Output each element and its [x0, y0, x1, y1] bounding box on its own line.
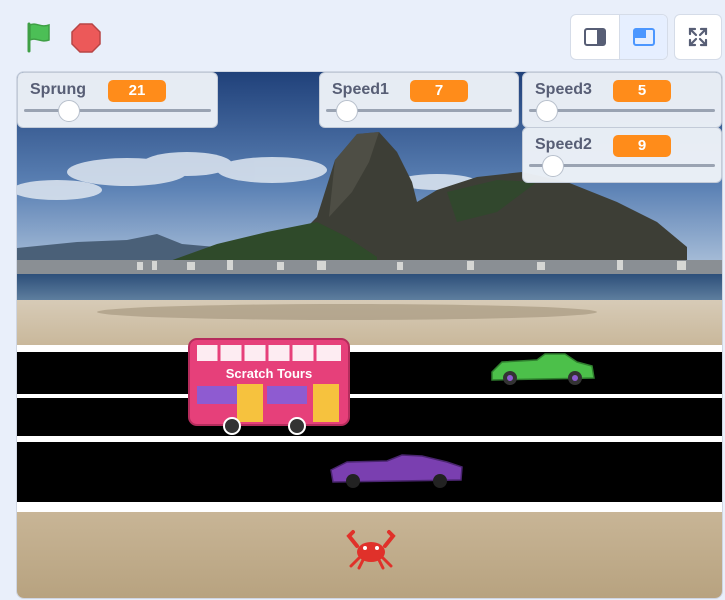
- bus-sprite[interactable]: [188, 338, 350, 435]
- monitor-speed1: Speed1 7: [319, 72, 519, 128]
- monitor-speed2: Speed2 9: [522, 127, 722, 183]
- monitor-speed3: Speed3 5: [522, 72, 722, 128]
- monitor-label: Speed3: [535, 81, 592, 98]
- monitor-label: Sprung: [30, 81, 86, 98]
- monitor-value: 9: [613, 135, 671, 157]
- stage[interactable]: Scratch Tours Sprung 21 Speed1 7 Speed3 …: [16, 71, 723, 599]
- monitor-value: 5: [613, 80, 671, 102]
- slider-track: [24, 109, 211, 112]
- slider-thumb[interactable]: [58, 100, 80, 122]
- stage-header: [0, 0, 725, 70]
- fullscreen-icon: [688, 27, 708, 47]
- fullscreen-button[interactable]: [674, 14, 722, 60]
- normal-stage-icon: [633, 28, 655, 46]
- monitor-label: Speed1: [332, 81, 389, 98]
- small-stage-button[interactable]: [571, 15, 620, 59]
- normal-stage-button[interactable]: [620, 15, 667, 59]
- small-stage-icon: [584, 28, 606, 46]
- sea: [17, 274, 722, 300]
- lane-2: [17, 398, 722, 436]
- slider-thumb[interactable]: [536, 100, 558, 122]
- green-flag-icon[interactable]: [22, 20, 56, 54]
- monitor-label: Speed2: [535, 136, 592, 153]
- monitor-value: 21: [108, 80, 166, 102]
- slider-thumb[interactable]: [542, 155, 564, 177]
- monitor-sprung: Sprung 21: [17, 72, 218, 128]
- slider-thumb[interactable]: [336, 100, 358, 122]
- stage-size-toggle: [570, 14, 668, 60]
- stop-sign-icon[interactable]: [70, 22, 102, 54]
- lane-1: [17, 352, 722, 394]
- monitor-value: 7: [410, 80, 468, 102]
- bus-sign: Scratch Tours: [226, 366, 312, 381]
